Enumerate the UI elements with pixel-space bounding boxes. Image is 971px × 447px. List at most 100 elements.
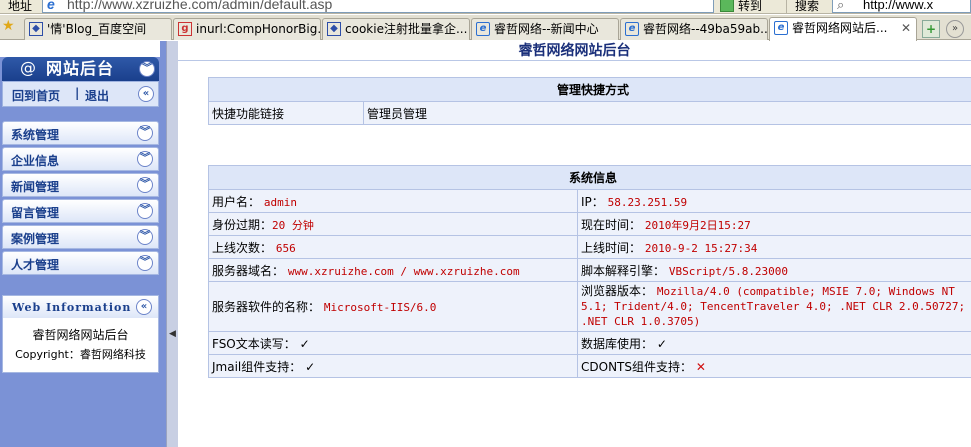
chevron-down-icon[interactable]: ︾ xyxy=(137,177,153,193)
info-cell: 数据库使用： ✓ xyxy=(577,331,971,355)
go-button[interactable]: 转到 xyxy=(716,0,786,13)
search-label: 搜索 xyxy=(795,0,820,13)
ie-icon: e xyxy=(47,0,55,12)
logout-link[interactable]: 退出 xyxy=(85,87,109,104)
collapse-arrow-icon[interactable]: ◀ xyxy=(169,329,176,339)
tab-label: 睿哲网络--新闻中心 xyxy=(494,22,599,36)
info-key: 现在时间： xyxy=(581,217,642,232)
go-arrow-icon xyxy=(720,0,734,12)
tab-google[interactable]: g inurl:CompHonorBig.a... xyxy=(173,18,321,40)
info-cell: 脚本解释引擎： VBScript/5.8.23000 xyxy=(577,258,971,282)
tab-label: 睿哲网络--49ba59ab... xyxy=(643,22,768,36)
copyright-text: Copyright：睿哲网络科技 xyxy=(15,348,146,361)
check-icon: ✓ xyxy=(299,336,310,351)
new-tab-button[interactable]: + xyxy=(922,20,940,38)
admin-app: @ 网站后台 ︾ 回到首页 | 退出 « 系统管理 ︾ 企业信息 ︾ 新闻管理 … xyxy=(0,41,971,447)
sidebar-header: @ 网站后台 ︾ xyxy=(2,57,159,81)
info-cell: CDONTS组件支持： ✕ xyxy=(577,354,971,378)
info-value: www.xzruizhe.com / www.xzruizhe.com xyxy=(287,264,520,278)
web-information-body: 睿哲网络网站后台 Copyright：睿哲网络科技 xyxy=(3,318,158,372)
search-icon: ⌕ xyxy=(837,0,845,12)
info-key: 浏览器版本： xyxy=(581,284,654,298)
shortcuts-title: 管理快捷方式 xyxy=(208,77,971,102)
collapse-left-icon[interactable]: « xyxy=(136,299,152,315)
info-value: 58.23.251.59 xyxy=(607,195,688,209)
address-label: 地址 xyxy=(8,0,33,13)
sidebar-item-company[interactable]: 企业信息 ︾ xyxy=(2,147,159,171)
info-cell: 服务器域名： www.xzruizhe.com / www.xzruizhe.c… xyxy=(208,258,578,282)
chevron-down-icon[interactable]: ︾ xyxy=(137,125,153,141)
info-value: admin xyxy=(263,195,297,209)
sidebar-top-spacer xyxy=(0,41,160,57)
info-key: Jmail组件支持： xyxy=(212,359,302,374)
sidebar-title: 网站后台 xyxy=(46,59,115,78)
google-icon: g xyxy=(178,22,192,36)
tab-admin-active[interactable]: e 睿哲网络网站后... ✕ xyxy=(769,17,917,41)
collapse-left-icon[interactable]: « xyxy=(138,86,154,102)
info-value: 2010年9月2日15:27 xyxy=(644,218,751,232)
info-cell: 用户名： admin xyxy=(208,189,578,213)
chevron-down-icon[interactable]: ︾ xyxy=(137,229,153,245)
chevron-down-icon[interactable]: ︾ xyxy=(139,61,155,77)
info-cell: Jmail组件支持： ✓ xyxy=(208,354,578,378)
tab-blog[interactable]: ◆ '情'Blog_百度空间 xyxy=(24,18,172,40)
home-link[interactable]: 回到首页 xyxy=(12,87,60,104)
info-key: FSO文本读写： xyxy=(212,336,296,351)
close-icon[interactable]: ✕ xyxy=(901,18,911,38)
tab-label: inurl:CompHonorBig.a... xyxy=(196,22,321,36)
sidebar-item-cases[interactable]: 案例管理 ︾ xyxy=(2,225,159,249)
info-cell: 服务器软件的名称： Microsoft-IIS/6.0 xyxy=(208,281,578,332)
site-name: 睿哲网络网站后台 xyxy=(32,328,129,342)
sidebar: @ 网站后台 ︾ 回到首页 | 退出 « 系统管理 ︾ 企业信息 ︾ 新闻管理 … xyxy=(0,41,166,447)
sidebar-splitter[interactable]: ◀ xyxy=(166,41,178,447)
sidebar-item-talent[interactable]: 人才管理 ︾ xyxy=(2,251,159,275)
info-value: 656 xyxy=(275,241,296,255)
info-key: 脚本解释引擎： xyxy=(581,263,666,278)
shortcuts-label: 快捷功能链接 xyxy=(208,101,364,125)
ie-icon: e xyxy=(774,21,788,35)
sidebar-item-label: 新闻管理 xyxy=(11,180,60,194)
url-text: http://www.xzruizhe.com/admin/default.as… xyxy=(67,0,333,12)
search-input[interactable]: ⌕ http://www.x xyxy=(832,0,971,13)
info-cell: 现在时间： 2010年9月2日15:27 xyxy=(577,212,971,236)
info-cell: 身份过期：20 分钟 xyxy=(208,212,578,236)
info-cell: 浏览器版本： Mozilla/4.0 (compatible; MSIE 7.0… xyxy=(577,281,971,332)
info-key: 数据库使用： xyxy=(581,336,654,351)
ie-icon: e xyxy=(476,22,490,36)
info-key: 身份过期： xyxy=(212,217,273,232)
sidebar-item-news[interactable]: 新闻管理 ︾ xyxy=(2,173,159,197)
chevron-down-icon[interactable]: ︾ xyxy=(137,255,153,271)
sidebar-item-label: 留言管理 xyxy=(11,206,60,220)
check-icon: ✓ xyxy=(305,359,316,374)
info-key: IP： xyxy=(581,194,604,209)
admin-manage-link[interactable]: 管理员管理 xyxy=(363,101,971,125)
ie-icon: e xyxy=(625,22,639,36)
info-key: 服务器软件的名称： xyxy=(212,300,321,314)
url-input[interactable]: e http://www.xzruizhe.com/admin/default.… xyxy=(42,0,714,13)
favorites-star-icon[interactable]: ★ xyxy=(2,18,15,34)
web-information-header: Web Information « xyxy=(3,296,158,318)
info-cell: IP： 58.23.251.59 xyxy=(577,189,971,213)
sidebar-item-system[interactable]: 系统管理 ︾ xyxy=(2,121,159,145)
info-key: 用户名： xyxy=(212,194,261,209)
chevron-down-icon[interactable]: ︾ xyxy=(137,203,153,219)
sidebar-item-label: 系统管理 xyxy=(11,128,60,142)
tab-label: '情'Blog_百度空间 xyxy=(47,22,147,36)
tab-strip: ★ ◆ '情'Blog_百度空间 g inurl:CompHonorBig.a.… xyxy=(0,15,971,41)
info-value: 20 分钟 xyxy=(272,218,314,232)
tab-49ba[interactable]: e 睿哲网络--49ba59ab... xyxy=(620,18,768,40)
chevron-down-icon[interactable]: ︾ xyxy=(137,151,153,167)
paw-icon: ◆ xyxy=(327,22,341,36)
tab-news[interactable]: e 睿哲网络--新闻中心 xyxy=(471,18,619,40)
tab-label: cookie注射批量拿企... xyxy=(345,22,468,36)
info-value: 2010-9-2 15:27:34 xyxy=(644,241,758,255)
tab-cookie[interactable]: ◆ cookie注射批量拿企... xyxy=(322,18,470,40)
info-value: Microsoft-IIS/6.0 xyxy=(323,301,437,314)
sidebar-quick-links: 回到首页 | 退出 « xyxy=(2,81,159,107)
sidebar-item-label: 案例管理 xyxy=(11,232,60,246)
info-key: 上线次数： xyxy=(212,240,273,255)
info-key: 服务器域名： xyxy=(212,263,285,278)
tab-list-button[interactable]: » xyxy=(946,20,964,38)
sidebar-item-messages[interactable]: 留言管理 ︾ xyxy=(2,199,159,223)
info-value: VBScript/5.8.23000 xyxy=(668,264,789,278)
